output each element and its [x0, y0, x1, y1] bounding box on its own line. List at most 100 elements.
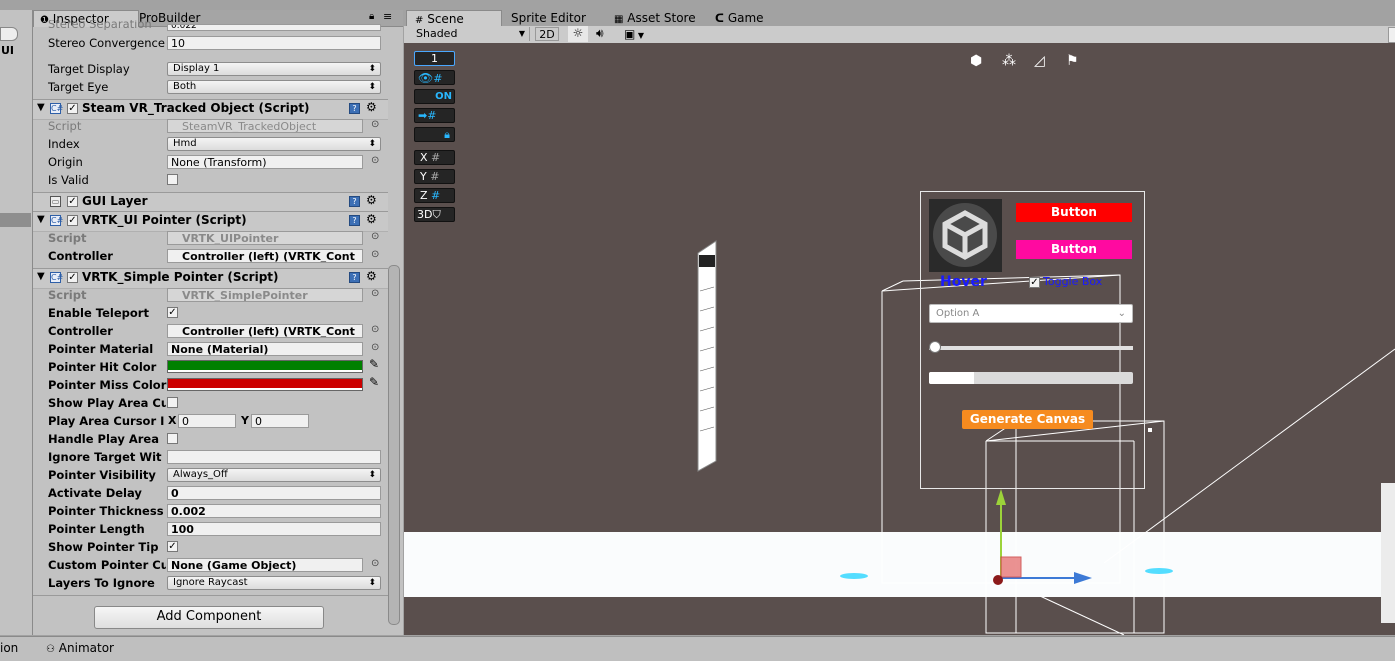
index-dropdown[interactable]: Hmd ⬍: [167, 137, 381, 151]
on-toggle-button[interactable]: ON: [414, 89, 455, 104]
pointer-visibility-dropdown[interactable]: Always_Off ⬍: [167, 468, 381, 482]
hierarchy-item-ui[interactable]: UI: [1, 44, 14, 57]
show-pointer-tip-checkbox[interactable]: ✓: [167, 541, 178, 552]
object-picker-icon[interactable]: ⊙: [371, 324, 379, 335]
play-area-y-field[interactable]: 0: [251, 414, 309, 428]
foldout-arrow-icon[interactable]: ▼: [37, 214, 45, 225]
ignore-target-field[interactable]: [167, 450, 381, 464]
stereo-convergence-field[interactable]: 10: [167, 36, 381, 50]
audio-toggle-icon[interactable]: 🔊︎: [596, 26, 604, 41]
red-button[interactable]: Button: [1016, 203, 1132, 222]
gear-icon[interactable]: ⚙: [366, 193, 377, 207]
slider-track[interactable]: [929, 346, 1133, 350]
generate-canvas-button[interactable]: Generate Canvas: [962, 410, 1093, 429]
component-enabled-checkbox[interactable]: ✓: [67, 272, 78, 283]
target-eye-dropdown[interactable]: Both ⬍: [167, 80, 381, 94]
pointer-hit-color-label: Pointer Hit Color: [48, 360, 157, 374]
tab-sprite-editor[interactable]: Sprite Editor: [511, 10, 586, 26]
object-picker-icon[interactable]: ⊙: [371, 288, 379, 299]
add-component-button[interactable]: Add Component: [94, 606, 324, 629]
strip-search-field[interactable]: [0, 27, 18, 41]
gear-icon[interactable]: ⚙: [366, 212, 377, 226]
scene-viewport[interactable]: 1 👁︎# ON ➡# 🔒︎ X # Y # Z # 3D⛉ ⬢ ⁂ ◿ ⚑ B…: [404, 43, 1395, 635]
help-book-icon[interactable]: ?: [349, 196, 360, 207]
pointer-material-field[interactable]: None (Material): [167, 342, 363, 356]
object-picker-icon[interactable]: ⊙: [371, 342, 379, 353]
object-picker-icon[interactable]: ⊙: [371, 558, 379, 569]
show-play-area-checkbox[interactable]: [167, 397, 178, 408]
lighting-toggle-icon[interactable]: ☼: [568, 26, 588, 42]
z-grid-button[interactable]: Z #: [414, 188, 455, 203]
pointer-length-field[interactable]: 100: [167, 522, 381, 536]
help-book-icon[interactable]: ?: [349, 215, 360, 226]
eye-toggle-button[interactable]: 👁︎#: [414, 70, 455, 85]
controller-value: Controller (left) (VRTK_Cont: [182, 250, 355, 263]
object-picker-icon[interactable]: ⊙: [371, 119, 379, 130]
nodes-icon[interactable]: ⁂: [1002, 53, 1016, 69]
toggle-box-checkbox[interactable]: ✓: [1029, 277, 1040, 288]
pointer-hit-color-swatch[interactable]: [167, 360, 363, 373]
hierarchy-panel-edge: UI: [0, 10, 33, 635]
lock-icon[interactable]: 🔒︎: [369, 11, 374, 22]
gui-layer-icon: ▭: [50, 196, 61, 207]
component-enabled-checkbox[interactable]: ✓: [67, 103, 78, 114]
cube-icon[interactable]: ⬢: [970, 53, 982, 69]
eyedropper-icon[interactable]: ✎: [369, 375, 379, 389]
pointer-miss-color-swatch[interactable]: [167, 378, 363, 391]
is-valid-checkbox[interactable]: [167, 174, 178, 185]
camera-layer-number-button[interactable]: 1: [414, 51, 455, 66]
tab-scene[interactable]: # Scene: [406, 10, 502, 26]
object-picker-icon[interactable]: ⊙: [371, 249, 379, 260]
lock-toggle-button[interactable]: 🔒︎: [414, 127, 455, 142]
controller-field[interactable]: Controller (left) (VRTK_Cont: [167, 249, 363, 263]
panel-menu-icon[interactable]: ≡: [383, 10, 392, 23]
target-display-dropdown[interactable]: Display 1 ⬍: [167, 62, 381, 76]
option-dropdown[interactable]: Option A ⌄: [929, 304, 1133, 323]
world-canvas: Button Button Hover ✓ Toggle Box Option …: [920, 191, 1145, 489]
controller-field[interactable]: Controller (left) (VRTK_Cont: [167, 324, 363, 338]
origin-field[interactable]: None (Transform): [167, 155, 363, 169]
script-label: Script: [48, 119, 82, 133]
foldout-arrow-icon[interactable]: ▼: [37, 102, 45, 113]
effects-dropdown-icon[interactable]: ▣ ▼: [624, 27, 644, 41]
slider-handle[interactable]: [929, 341, 941, 353]
stereo-separation-field[interactable]: 0.022: [167, 24, 381, 31]
controller-value: Controller (left) (VRTK_Cont: [182, 325, 355, 338]
tab-animator[interactable]: ⚇ Animator: [46, 641, 114, 655]
shading-mode-dropdown[interactable]: Shaded ▼: [406, 27, 530, 41]
3d-grid-label: 3D: [417, 208, 433, 221]
tab-animation-partial[interactable]: ion: [0, 641, 18, 655]
gear-icon[interactable]: ⚙: [366, 100, 377, 114]
component-header-gui-layer[interactable]: ▭ ✓ GUI Layer ? ⚙: [33, 192, 388, 213]
arrow-snap-button[interactable]: ➡#: [414, 108, 455, 123]
script-field: VRTK_SimplePointer: [167, 288, 363, 302]
triangle-icon[interactable]: ◿: [1034, 53, 1045, 69]
component-header-tracked-object[interactable]: ▼ C# ✓ Steam VR_Tracked Object (Script) …: [33, 99, 388, 120]
3d-grid-button[interactable]: 3D⛉: [414, 207, 455, 222]
help-book-icon[interactable]: ?: [349, 272, 360, 283]
x-grid-button[interactable]: X #: [414, 150, 455, 165]
eyedropper-icon[interactable]: ✎: [369, 357, 379, 371]
flag-icon[interactable]: ⚑: [1066, 53, 1079, 69]
object-picker-icon[interactable]: ⊙: [371, 155, 379, 166]
2d-toggle-button[interactable]: 2D: [535, 27, 559, 41]
tab-game[interactable]: ᑕ Game: [715, 10, 764, 27]
gear-icon[interactable]: ⚙: [366, 269, 377, 283]
hierarchy-selected-row[interactable]: [0, 213, 31, 227]
foldout-arrow-icon[interactable]: ▼: [37, 271, 45, 282]
help-book-icon[interactable]: ?: [349, 103, 360, 114]
object-picker-icon[interactable]: ⊙: [371, 231, 379, 242]
component-enabled-checkbox[interactable]: ✓: [67, 215, 78, 226]
handle-play-area-checkbox[interactable]: [167, 433, 178, 444]
component-enabled-checkbox[interactable]: ✓: [67, 196, 78, 207]
scene-search-field[interactable]: [1388, 27, 1395, 43]
pointer-thickness-field[interactable]: 0.002: [167, 504, 381, 518]
inspector-scrollbar[interactable]: [388, 265, 400, 625]
pink-button[interactable]: Button: [1016, 240, 1132, 259]
y-grid-button[interactable]: Y #: [414, 169, 455, 184]
enable-teleport-checkbox[interactable]: ✓: [167, 307, 178, 318]
custom-pointer-field[interactable]: None (Game Object): [167, 558, 363, 572]
play-area-x-field[interactable]: 0: [178, 414, 236, 428]
activate-delay-field[interactable]: 0: [167, 486, 381, 500]
layers-to-ignore-dropdown[interactable]: Ignore Raycast ⬍: [167, 576, 381, 590]
